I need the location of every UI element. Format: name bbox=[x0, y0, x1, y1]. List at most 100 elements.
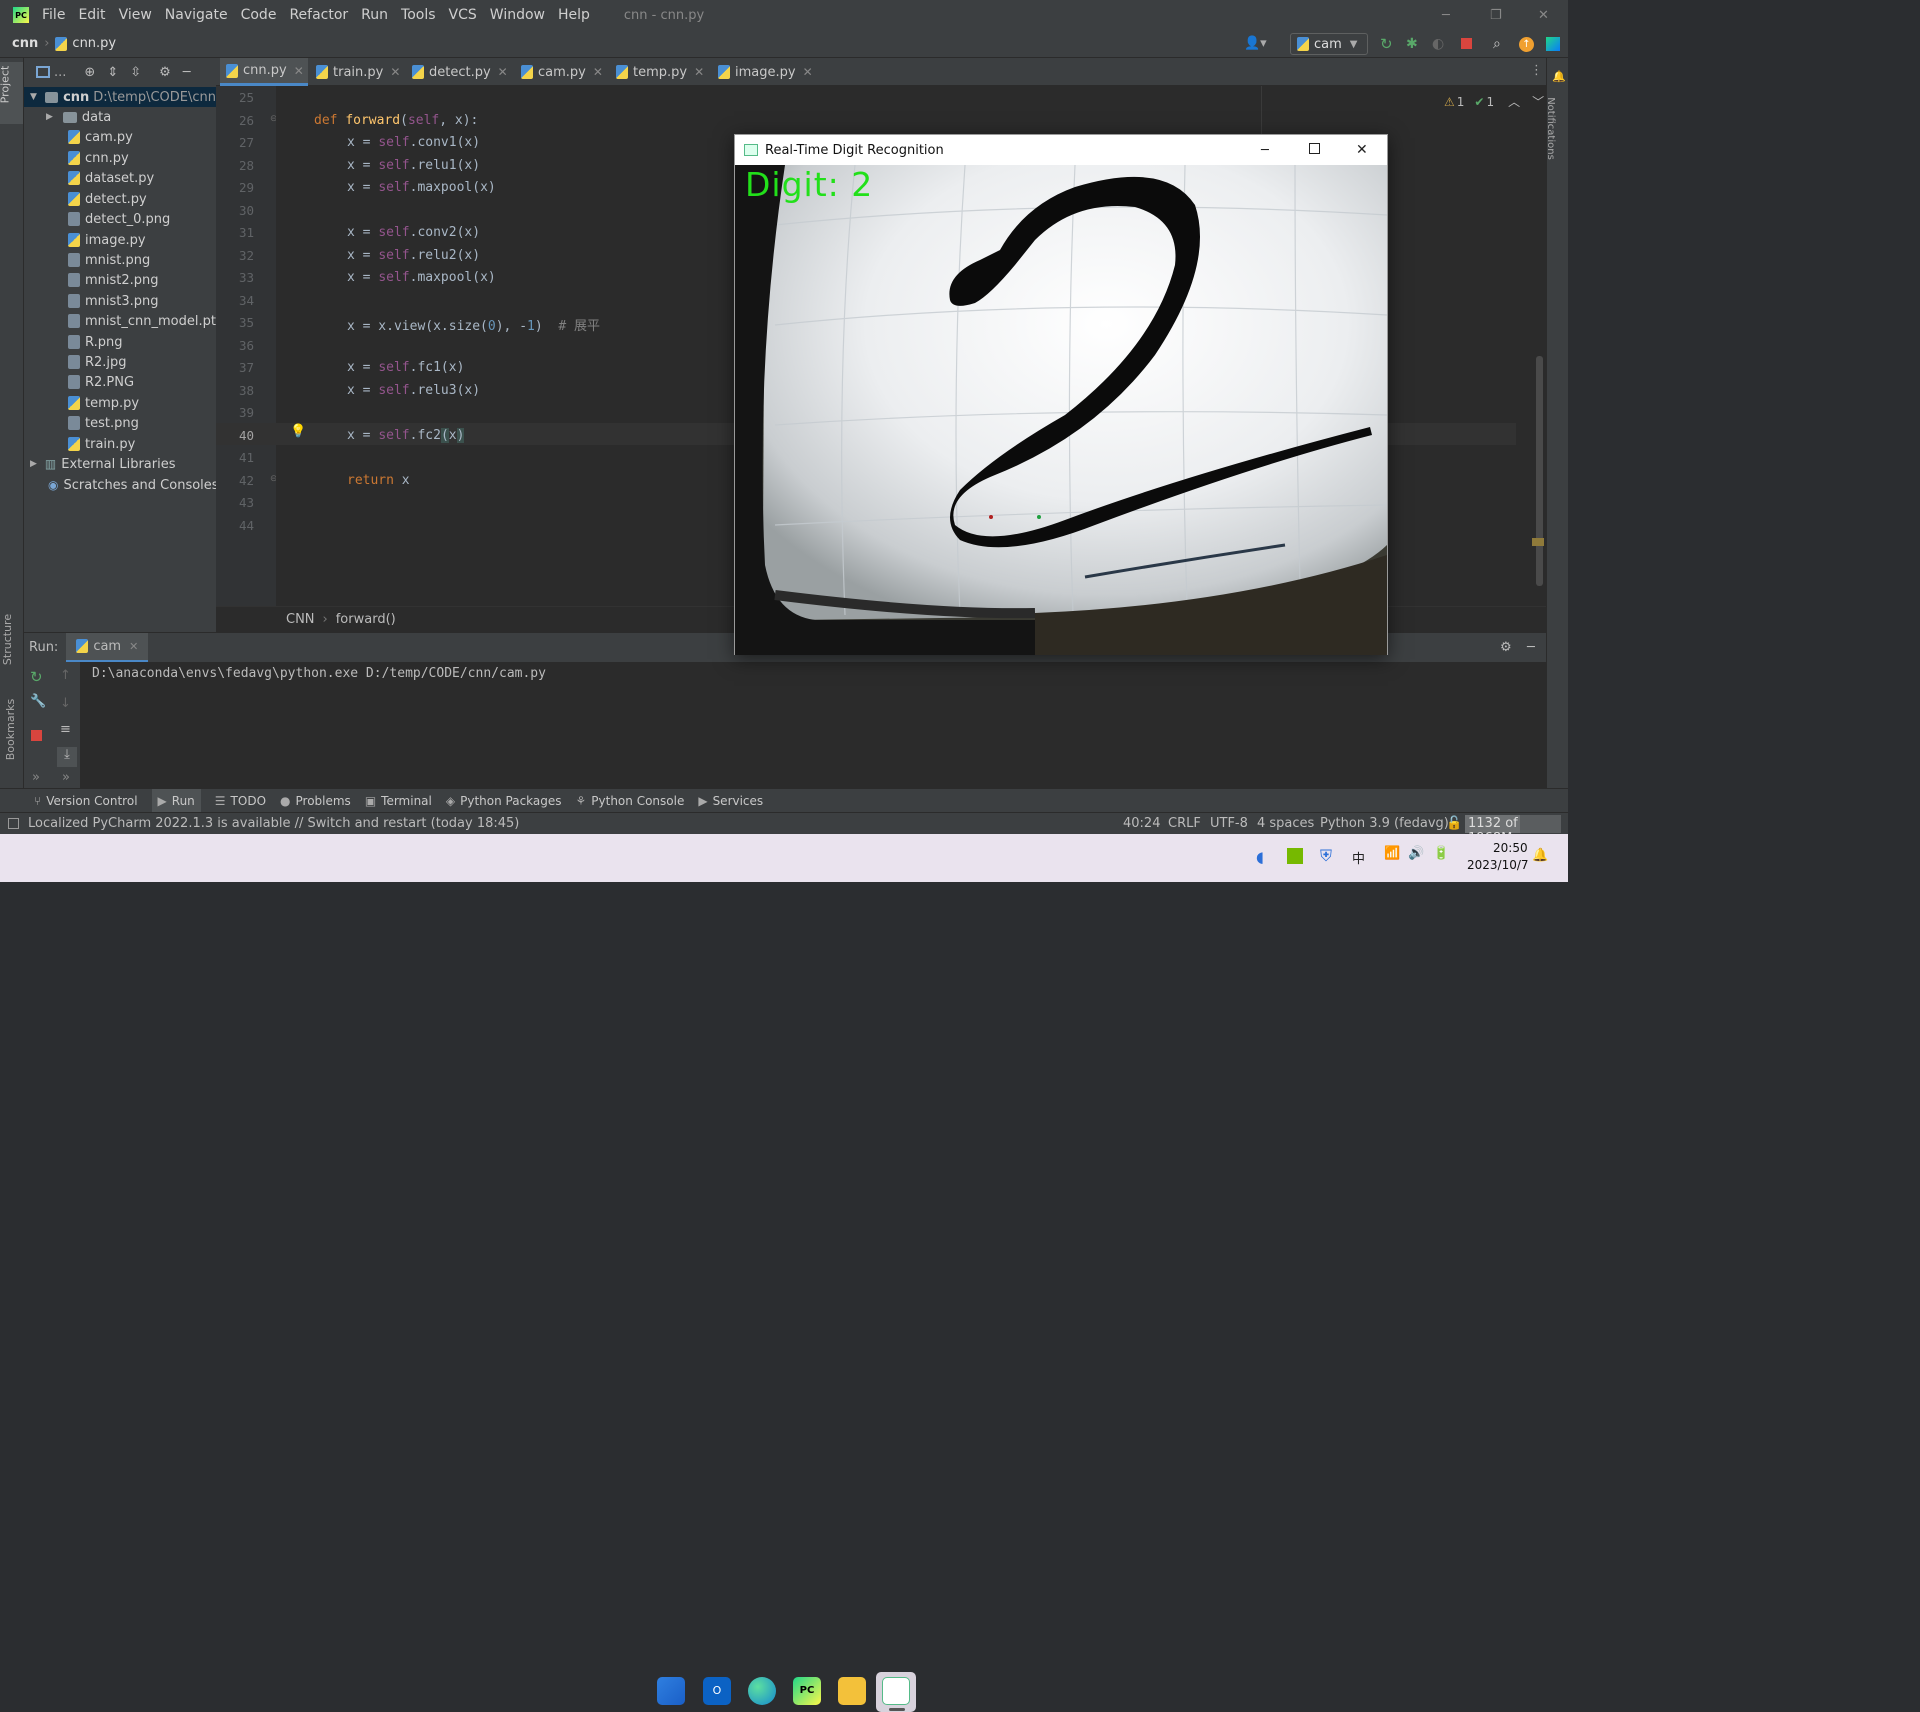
tree-item[interactable]: mnist.png bbox=[68, 250, 150, 270]
editor-scrollbar[interactable] bbox=[1536, 356, 1543, 586]
tool-terminal[interactable]: ▣ Terminal bbox=[365, 794, 432, 808]
tool-problems[interactable]: ● Problems bbox=[280, 794, 351, 808]
security-shield-icon[interactable]: ⛨ bbox=[1320, 846, 1332, 866]
close-tab-icon[interactable]: ✕ bbox=[390, 65, 400, 79]
tool-python-console[interactable]: ⚘ Python Console bbox=[576, 794, 685, 808]
tool-version-control[interactable]: ⑂ Version Control bbox=[34, 794, 138, 808]
tab-train-py[interactable]: train.py ✕ bbox=[310, 58, 402, 86]
bookmarks-side-label[interactable]: Bookmarks bbox=[4, 699, 17, 760]
indent-setting[interactable]: 4 spaces bbox=[1257, 816, 1314, 831]
tree-item[interactable]: R2.PNG bbox=[68, 372, 134, 392]
gear-icon[interactable]: ⚙ bbox=[159, 65, 171, 80]
notification-bell-icon[interactable]: 🔔 bbox=[1532, 848, 1548, 863]
tree-item[interactable]: detect_0.png bbox=[68, 209, 170, 229]
close-window-icon[interactable]: ✕ bbox=[1538, 8, 1549, 23]
hide-panel-icon[interactable]: ─ bbox=[183, 65, 191, 80]
update-icon[interactable]: ↑ bbox=[1519, 37, 1534, 52]
run-config-selector[interactable]: cam ▼ bbox=[1290, 33, 1368, 55]
status-message[interactable]: Localized PyCharm 2022.1.3 is available … bbox=[28, 816, 519, 831]
scroll-to-end-icon[interactable]: ⤓ bbox=[57, 747, 77, 767]
tree-item[interactable]: test.png bbox=[68, 413, 139, 433]
tree-item[interactable]: detect.py bbox=[68, 189, 147, 209]
wrench-icon[interactable]: 🔧 bbox=[30, 694, 46, 709]
ime-indicator[interactable]: 中 bbox=[1352, 848, 1365, 867]
close-tab-icon[interactable]: ✕ bbox=[294, 64, 304, 78]
gear-icon[interactable]: ⚙ bbox=[1500, 640, 1512, 655]
file-explorer-icon[interactable] bbox=[838, 1677, 866, 1705]
tree-item[interactable]: temp.py bbox=[68, 393, 139, 413]
tool-python-packages[interactable]: ◈ Python Packages bbox=[446, 794, 562, 808]
menu-vcs[interactable]: VCS bbox=[449, 7, 477, 23]
notifications-side-label[interactable]: Notifications bbox=[1545, 97, 1556, 160]
tab-cnn-py[interactable]: cnn.py ✕ bbox=[220, 58, 308, 86]
expand-icon[interactable]: » bbox=[62, 770, 70, 785]
menu-view[interactable]: View bbox=[119, 7, 152, 23]
pycharm-taskbar-icon[interactable]: PC bbox=[793, 1677, 821, 1705]
battery-icon[interactable]: 🔋 bbox=[1433, 846, 1449, 861]
minimize-window-icon[interactable]: ─ bbox=[1442, 8, 1450, 23]
menu-navigate[interactable]: Navigate bbox=[165, 7, 228, 23]
nvidia-icon[interactable] bbox=[1287, 848, 1303, 864]
rerun-icon[interactable]: ↻ bbox=[1380, 35, 1393, 53]
tree-item-scratches[interactable]: ◉ Scratches and Consoles bbox=[48, 475, 219, 495]
inspection-widget[interactable]: ⚠ 1 ✔ 1 ︿ ﹀ bbox=[1444, 93, 1544, 110]
menu-help[interactable]: Help bbox=[558, 7, 590, 23]
hide-panel-icon[interactable]: ─ bbox=[1527, 640, 1535, 655]
structure-side-label[interactable]: Structure bbox=[1, 614, 14, 665]
breadcrumb-class[interactable]: CNN bbox=[286, 612, 315, 627]
menu-window[interactable]: Window bbox=[490, 7, 545, 23]
breadcrumb-method[interactable]: forward() bbox=[336, 612, 396, 627]
collapse-all-icon[interactable]: ⇳ bbox=[130, 65, 141, 80]
line-separator[interactable]: CRLF bbox=[1168, 816, 1201, 831]
menu-refactor[interactable]: Refactor bbox=[289, 7, 348, 23]
nav-project[interactable]: cnn bbox=[12, 36, 38, 51]
notifications-icon[interactable]: 🔔 bbox=[1552, 70, 1566, 83]
menu-edit[interactable]: Edit bbox=[78, 7, 105, 23]
stop-icon[interactable] bbox=[1461, 38, 1472, 49]
tree-item[interactable]: mnist3.png bbox=[68, 291, 159, 311]
user-icon[interactable]: 👤▾ bbox=[1244, 36, 1267, 51]
opencv-window-titlebar[interactable]: Real-Time Digit Recognition ─ ✕ bbox=[735, 135, 1387, 165]
edge-browser-icon[interactable] bbox=[748, 1677, 776, 1705]
clock-date[interactable]: 2023/10/7 bbox=[1467, 858, 1529, 872]
lock-icon[interactable]: 🔓 bbox=[1446, 816, 1462, 831]
menu-code[interactable]: Code bbox=[241, 7, 277, 23]
close-tab-icon[interactable]: ✕ bbox=[593, 65, 603, 79]
warning-stripe-marker[interactable] bbox=[1532, 538, 1544, 546]
clock-time[interactable]: 20:50 bbox=[1493, 841, 1528, 855]
chevron-up-icon[interactable]: ︿ bbox=[1508, 93, 1520, 110]
restore-window-icon[interactable]: ❐ bbox=[1490, 8, 1502, 23]
rerun-icon[interactable]: ↻ bbox=[30, 668, 43, 686]
tab-image-py[interactable]: image.py ✕ bbox=[712, 58, 816, 86]
close-window-icon[interactable]: ✕ bbox=[1356, 142, 1368, 158]
opencv-window[interactable]: Real-Time Digit Recognition ─ ✕ Digit: 2 bbox=[734, 134, 1388, 655]
file-encoding[interactable]: UTF-8 bbox=[1210, 816, 1248, 831]
tool-services[interactable]: ▶ Services bbox=[698, 794, 763, 808]
tree-item[interactable]: image.py bbox=[68, 230, 146, 250]
expand-icon[interactable]: » bbox=[32, 770, 40, 785]
panel-toggle-icon[interactable] bbox=[8, 818, 19, 829]
tree-item[interactable]: R2.jpg bbox=[68, 352, 127, 372]
tree-item[interactable]: dataset.py bbox=[68, 168, 154, 188]
nav-file[interactable]: cnn.py bbox=[72, 36, 116, 51]
volume-icon[interactable]: 🔊 bbox=[1408, 846, 1424, 861]
debug-icon[interactable]: ✱ bbox=[1406, 36, 1418, 52]
chevron-down-icon[interactable]: ﹀ bbox=[1532, 93, 1544, 110]
stop-icon[interactable] bbox=[31, 730, 42, 741]
outlook-icon[interactable]: O bbox=[703, 1677, 731, 1705]
tree-item[interactable]: R.png bbox=[68, 332, 122, 352]
project-view-icon[interactable] bbox=[36, 66, 50, 78]
menu-tools[interactable]: Tools bbox=[401, 7, 436, 23]
tree-item[interactable]: mnist_cnn_model.pth bbox=[68, 311, 224, 331]
tree-item[interactable]: train.py bbox=[68, 434, 135, 454]
wifi-icon[interactable]: 📶 bbox=[1384, 846, 1400, 861]
menu-run[interactable]: Run bbox=[361, 7, 388, 23]
tree-item[interactable]: cnn.py bbox=[68, 148, 129, 168]
tree-root[interactable]: ▼ cnn D:\temp\CODE\cnn bbox=[24, 87, 216, 107]
opencv-taskbar-icon[interactable] bbox=[882, 1677, 910, 1705]
plugin-icon[interactable] bbox=[1546, 37, 1560, 51]
coverage-icon[interactable]: ◐ bbox=[1432, 36, 1444, 52]
close-tab-icon[interactable]: ✕ bbox=[129, 640, 138, 653]
caret-position[interactable]: 40:24 bbox=[1123, 816, 1160, 831]
tray-app-icon[interactable]: ◖ bbox=[1256, 848, 1264, 866]
